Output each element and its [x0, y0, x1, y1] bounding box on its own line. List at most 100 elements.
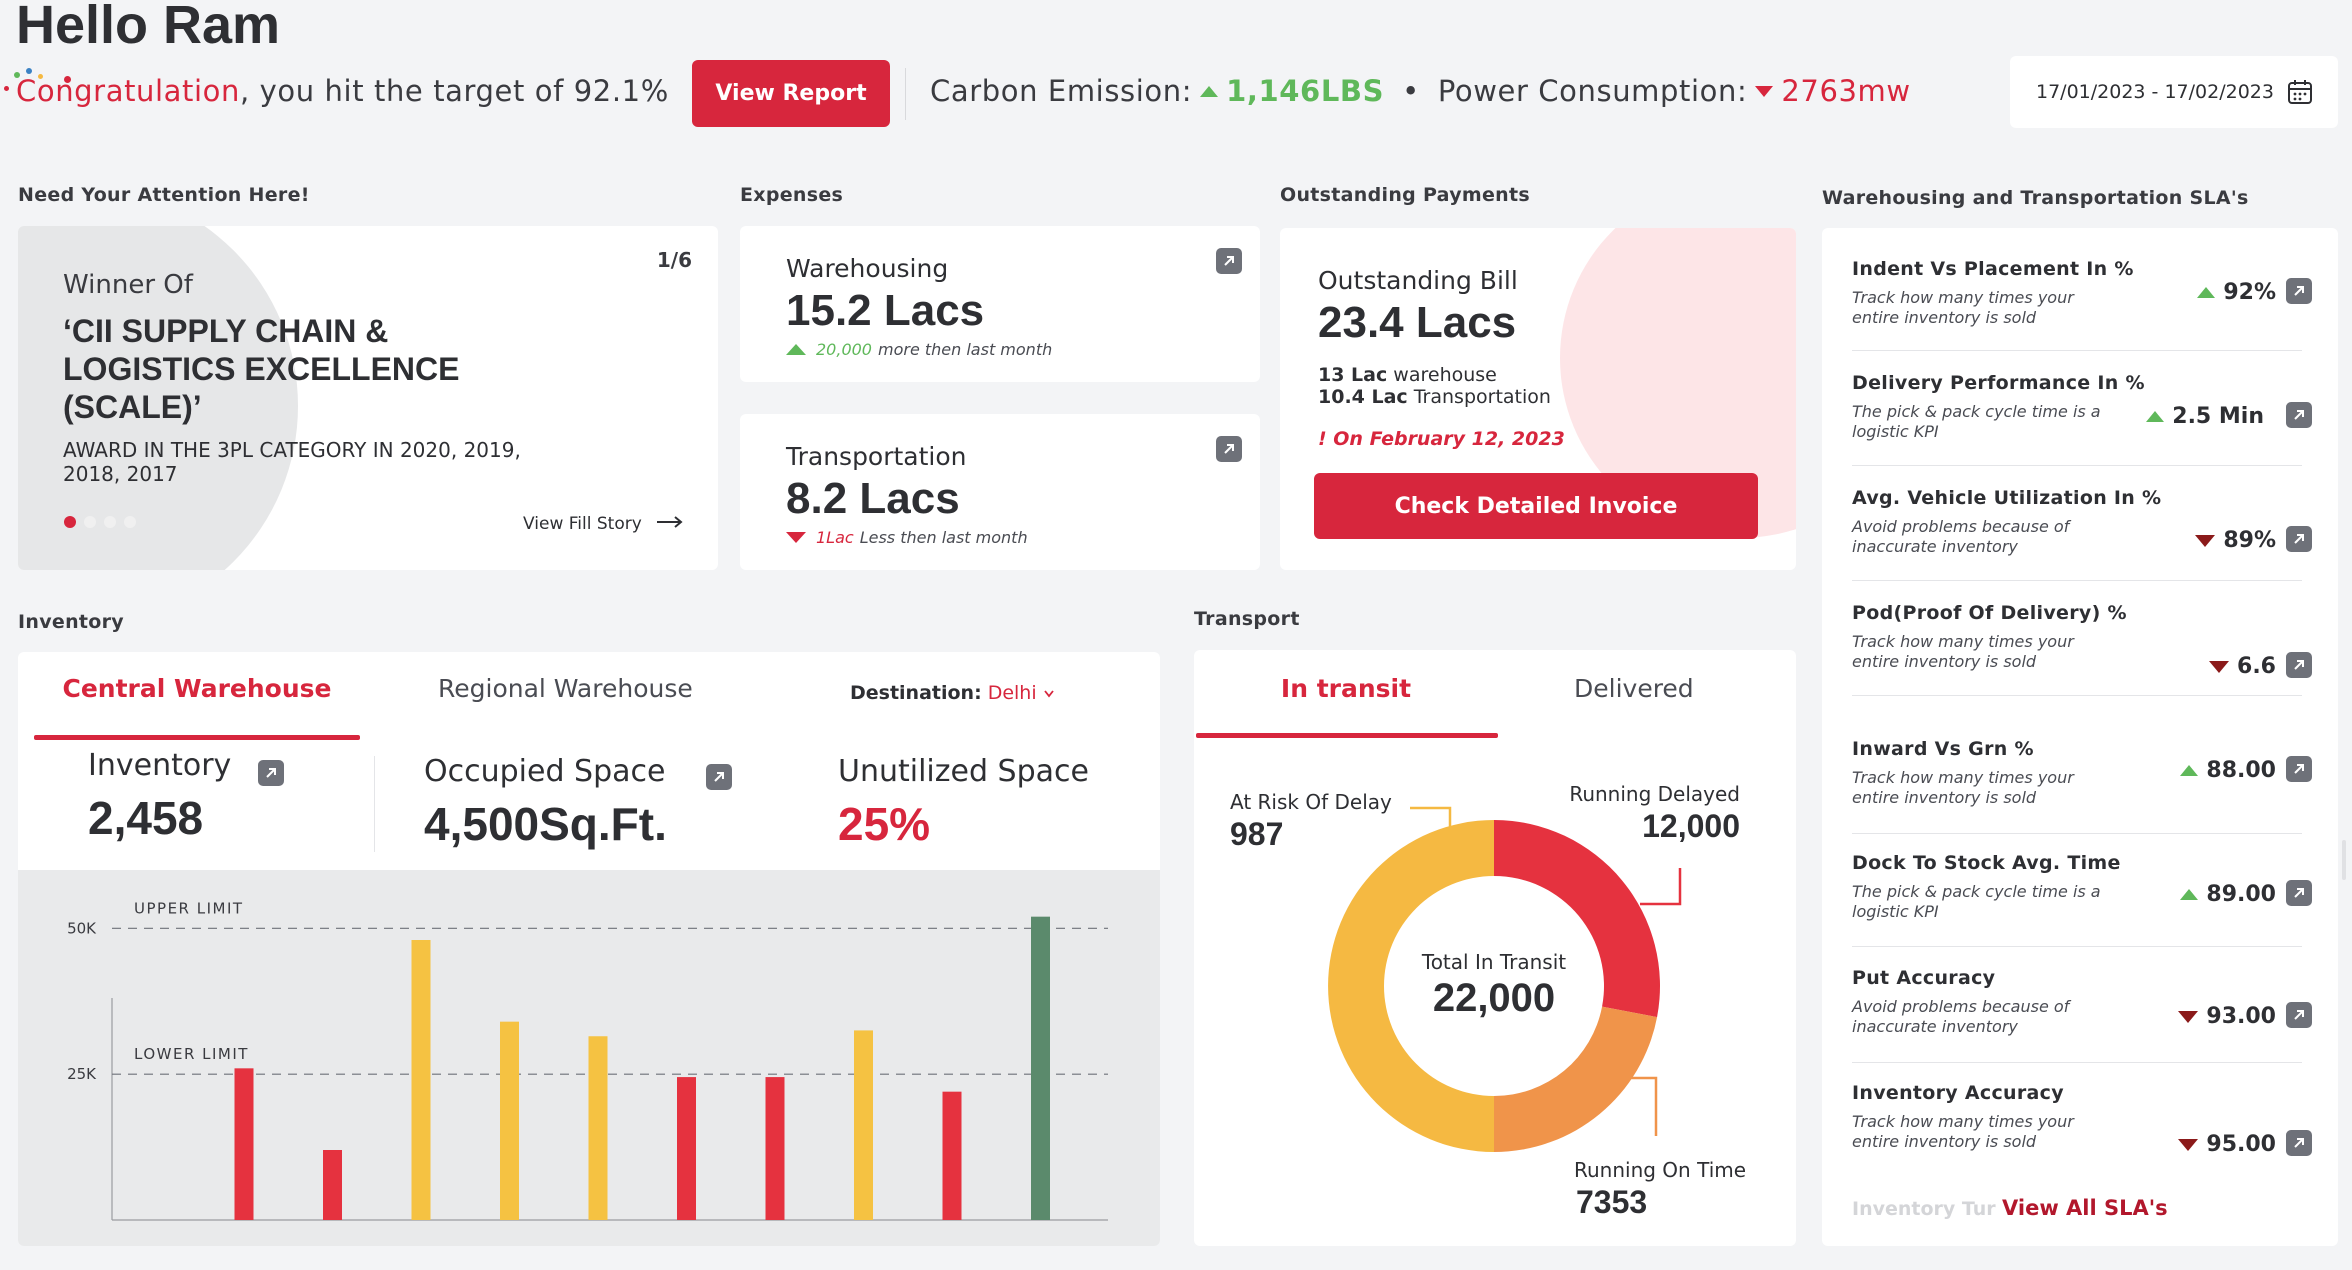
sla-name: Inventory Accuracy — [1852, 1082, 2064, 1104]
trend-down-icon — [2178, 1010, 2199, 1023]
inventory-stat-value: 2,458 — [88, 792, 204, 844]
sla-name: Pod(Proof Of Delivery) % — [1852, 602, 2127, 624]
transportation-delta: 1Lac Less then last month — [786, 528, 1028, 547]
award-title: ‘CII SUPPLY CHAIN & LOGISTICS EXCELLENCE… — [63, 313, 460, 425]
chart-bar — [677, 1077, 696, 1220]
expand-arrow-icon[interactable] — [2286, 880, 2312, 906]
sla-desc: Track how many times your entire invento… — [1852, 288, 2074, 327]
outstanding-label: Outstanding Bill — [1318, 266, 1518, 295]
transport-card: In transit Delivered Total In Transit 22… — [1194, 650, 1796, 1246]
carousel-dot-active[interactable] — [64, 516, 76, 528]
sla-name: Put Accuracy — [1852, 967, 1996, 989]
sla-item: Inward Vs Grn % Track how many times your… — [1852, 738, 2312, 838]
chart-bar — [1031, 916, 1050, 1220]
sla-divider — [1852, 465, 2302, 466]
tab-regional-warehouse[interactable]: Regional Warehouse — [438, 674, 693, 703]
trend-up-icon — [2197, 287, 2216, 298]
outstanding-line1: 13 Lac warehouse — [1318, 364, 1497, 386]
on-time-value: 7353 — [1576, 1184, 1648, 1220]
active-tab-underline — [34, 735, 360, 740]
sla-section-title: Warehousing and Transportation SLA's — [1822, 187, 2249, 209]
emissions-line: Carbon Emission: 1,146LBS • Power Consum… — [930, 74, 1911, 108]
expand-arrow-icon[interactable] — [2286, 526, 2312, 552]
trend-up-icon — [2146, 411, 2165, 422]
trend-up-icon — [786, 344, 806, 355]
sla-value: 2.5 Min — [2172, 404, 2264, 429]
occupied-stat: Occupied Space 4,500Sq.Ft. — [424, 754, 667, 851]
expand-arrow-icon[interactable] — [1216, 436, 1242, 462]
destination-select[interactable]: Destination: Delhi — [850, 682, 1055, 704]
occupied-stat-label: Occupied Space — [424, 754, 666, 789]
transport-amount: 10.4 Lac — [1318, 386, 1408, 408]
sla-desc: Track how many times your entire invento… — [1852, 1112, 2074, 1151]
y-tick-label: 50K — [67, 919, 97, 937]
expand-arrow-icon[interactable] — [2286, 1002, 2312, 1028]
inventory-card: Central Warehouse Regional Warehouse Des… — [18, 652, 1160, 1246]
expand-arrow-icon[interactable] — [2286, 756, 2312, 782]
outstanding-section-title: Outstanding Payments — [1280, 184, 1530, 206]
reference-line-label: UPPER LIMIT — [134, 899, 244, 917]
date-range-text: 17/01/2023 - 17/02/2023 — [2036, 81, 2274, 103]
sla-value: 93.00 — [2206, 1004, 2276, 1029]
sla-value: 95.00 — [2206, 1132, 2276, 1157]
chart-bar — [234, 1068, 254, 1220]
view-all-sla-link[interactable]: View All SLA's — [2002, 1196, 2168, 1220]
carousel-dot[interactable] — [124, 516, 136, 528]
expand-arrow-icon[interactable] — [2286, 278, 2312, 304]
carbon-up-icon — [1200, 85, 1219, 97]
donut-center-label: Total In Transit — [1421, 950, 1567, 974]
at-risk-value: 987 — [1230, 816, 1284, 852]
unutilized-stat-label: Unutilized Space — [838, 754, 1089, 789]
expand-arrow-icon[interactable] — [2286, 402, 2312, 428]
chart-bar — [411, 940, 431, 1220]
sla-desc: Avoid problems because of inaccurate inv… — [1852, 997, 2070, 1036]
stat-divider — [374, 756, 375, 852]
check-invoice-button[interactable]: Check Detailed Invoice — [1314, 473, 1758, 539]
warehousing-delta: 20,000 more then last month — [786, 340, 1052, 359]
carbon-value: 1,146LBS — [1226, 74, 1385, 108]
view-report-button[interactable]: View Report — [692, 60, 890, 127]
sla-list: Indent Vs Placement In % Track how many t… — [1852, 228, 2312, 1246]
date-range-picker[interactable]: 17/01/2023 - 17/02/2023 — [2010, 56, 2338, 128]
sla-partial-item: Inventory Tur — [1852, 1198, 1996, 1220]
sla-value-group: 6.6 — [2209, 654, 2276, 679]
sla-item: Indent Vs Placement In % Track how many t… — [1852, 258, 2312, 358]
delayed-value: 12,000 — [1642, 808, 1740, 844]
calendar-icon[interactable] — [2286, 78, 2314, 110]
carousel-dot[interactable] — [84, 516, 96, 528]
sla-divider — [1852, 1062, 2302, 1063]
tab-central-warehouse[interactable]: Central Warehouse — [34, 674, 360, 740]
sla-item: Put Accuracy Avoid problems because of in… — [1852, 967, 2312, 1067]
sla-item: Avg. Vehicle Utilization In % Avoid probl… — [1852, 487, 2312, 587]
sla-item: Dock To Stock Avg. Time The pick & pack c… — [1852, 852, 2312, 952]
expand-arrow-icon[interactable] — [706, 764, 732, 790]
transport-section-title: Transport — [1194, 608, 1300, 630]
warehousing-delta-text: more then last month — [877, 340, 1053, 359]
power-label: Power Consumption: — [1437, 74, 1748, 108]
sla-divider — [1852, 695, 2302, 696]
sla-value-group: 88.00 — [2180, 758, 2276, 783]
sla-item: Delivery Performance In % The pick & pack… — [1852, 372, 2312, 472]
congrats-line: Congratulation, you hit the target of 92… — [16, 74, 669, 108]
header-divider — [905, 68, 906, 120]
donut-center-value: 22,000 — [1432, 976, 1556, 1020]
separator-bullet: • — [1402, 74, 1420, 108]
expand-arrow-icon[interactable] — [2286, 1130, 2312, 1156]
warehouse-amount: 13 Lac — [1318, 364, 1388, 386]
sla-name: Inward Vs Grn % — [1852, 738, 2034, 760]
expand-arrow-icon[interactable] — [2286, 652, 2312, 678]
expand-arrow-icon[interactable] — [258, 760, 284, 786]
leader-line — [1640, 868, 1682, 906]
leader-line — [1410, 806, 1452, 830]
carousel-dot[interactable] — [104, 516, 116, 528]
view-story-link[interactable]: View Fill Story — [523, 514, 684, 534]
occupied-stat-value: 4,500Sq.Ft. — [424, 798, 667, 850]
inventory-stat-label: Inventory — [88, 748, 232, 783]
trend-down-icon — [2178, 1138, 2199, 1151]
outstanding-card: Outstanding Bill 23.4 Lacs 13 Lac wareho… — [1280, 228, 1796, 570]
expand-arrow-icon[interactable] — [1216, 248, 1242, 274]
sla-value: 88.00 — [2206, 758, 2276, 783]
inventory-stat: Inventory 2,458 — [88, 748, 231, 845]
reference-line-label: LOWER LIMIT — [134, 1045, 249, 1063]
warehousing-label: Warehousing — [786, 254, 949, 283]
